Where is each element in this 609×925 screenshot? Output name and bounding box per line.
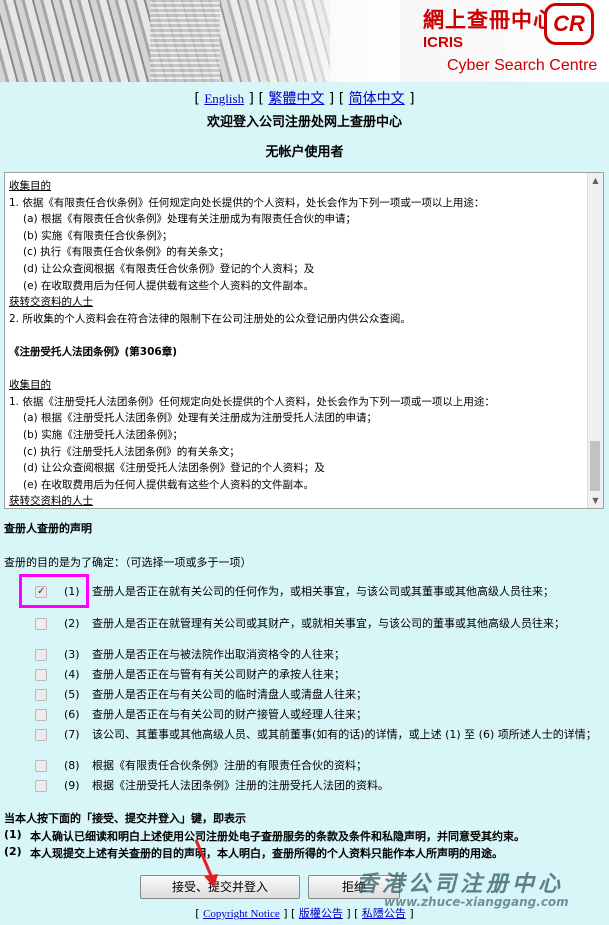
- page-subtitle: 无帐户使用者: [265, 145, 344, 160]
- notice-line: (d) 让公众查阅根据《有限责任合伙条例》登记的个人资料；及: [23, 262, 315, 275]
- notice-line: (a) 根据《有限责任合伙条例》处理有关注册成为有限责任合伙的申请；: [23, 213, 356, 226]
- watermark-title: 香港公司注册中心: [356, 871, 565, 897]
- notice-line: [9, 327, 587, 344]
- notice-line: (d) 让公众查阅根据《注册受托人法团条例》登记的个人资料；及: [23, 462, 325, 475]
- option-number: (9): [64, 779, 80, 792]
- purpose-checkbox-5[interactable]: [35, 689, 47, 701]
- notice-content: 收集目的 1. 依据《有限责任合伙条例》任何规定向处长提供的个人资料，处长会作为下…: [9, 178, 587, 508]
- option-number: (8): [64, 759, 80, 772]
- lang-traditional-link[interactable]: 繁體中文: [268, 91, 324, 107]
- notice-scrollbox[interactable]: 收集目的 1. 依据《有限责任合伙条例》任何规定向处长提供的个人资料，处长会作为下…: [4, 172, 604, 509]
- notice-line: 收集目的: [9, 180, 51, 192]
- logo-cr-mark: CR: [544, 3, 594, 45]
- notice-line: (b) 实施《有限责任合伙条例》；: [23, 229, 173, 242]
- purpose-checkbox-6[interactable]: [35, 709, 47, 721]
- logo-tagline: Cyber Search Centre: [447, 57, 598, 74]
- lang-simplified-link[interactable]: 简体中文: [349, 91, 405, 107]
- purpose-checkbox-9[interactable]: [35, 780, 47, 792]
- statement-number: (2): [4, 845, 22, 858]
- purpose-checkbox-2[interactable]: [35, 618, 47, 630]
- notice-line: 收集目的: [9, 379, 51, 392]
- notice-line: (e) 在收取费用后为任何人提供载有这些个人资料的文件副本。: [23, 279, 314, 292]
- option-text: 查册人是否正在就有关公司的任何作为，或相关事宜，与该公司或其董事或其他高级人员往…: [92, 585, 554, 598]
- highlight-box: [19, 574, 89, 608]
- statement-heading: 当本人按下面的「接受、提交并登入」键，即表示: [4, 812, 246, 825]
- notice-line: 1. 依据《注册受托人法团条例》任何规定向处长提供的个人资料，处长会作为下列一项…: [9, 395, 495, 408]
- logo-icris: ICRIS: [423, 34, 464, 51]
- red-arrow-icon: [194, 839, 218, 888]
- copyright-notice-link[interactable]: Copyright Notice: [203, 908, 280, 920]
- notice-line: (c) 执行《有限责任合伙条例》的有关条文；: [23, 246, 230, 259]
- declaration-heading: 查册人查册的声明: [4, 522, 92, 535]
- purpose-checkbox-7[interactable]: [35, 729, 47, 741]
- notice-line: (e) 在收取费用后为任何人提供载有这些个人资料的文件副本。: [23, 478, 314, 491]
- option-text: 查册人是否正在与有关公司的临时清盘人或清盘人往来；: [92, 688, 367, 701]
- notice-line: (a) 根据《注册受托人法团条例》处理有关注册成为注册受托人法团的申请；: [23, 412, 377, 425]
- notice-line: (c) 执行《注册受托人法团条例》的有关条文；: [23, 445, 240, 458]
- scroll-down-icon[interactable]: ▼: [588, 493, 603, 508]
- statement-text: 本人现提交上述有关查册的目的声明，本人明白，查册所得的个人资料只能作本人所声明的…: [30, 847, 503, 860]
- notice-line: (b) 实施《注册受托人法团条例》；: [23, 428, 183, 441]
- logo-chinese: 網上查冊中心: [423, 7, 555, 32]
- purpose-checkbox-4[interactable]: [35, 669, 47, 681]
- notice-scrollbar[interactable]: ▲ ▼: [587, 173, 603, 508]
- notice-line: 2. 所收集的个人资料会在符合法律的限制下在公司注册处的公众登记册内供公众查阅。: [9, 312, 411, 325]
- scroll-up-icon[interactable]: ▲: [588, 173, 603, 188]
- option-text: 查册人是否正在与被法院作出取消资格令的人往来；: [92, 648, 345, 661]
- option-text: 查册人是否正在与管有有关公司财产的承按人往来；: [92, 668, 345, 681]
- copyright-cn-link[interactable]: 版權公告: [299, 907, 343, 920]
- option-text: 该公司、其董事或其他高级人员、或其前董事(如有的话)的详情，或上述 (1) 至 …: [92, 728, 597, 741]
- notice-line: 1. 依据《有限责任合伙条例》任何规定向处长提供的个人资料，处长会作为下列一项或…: [9, 196, 485, 209]
- notice-line: 获转交资料的人士: [9, 296, 93, 309]
- option-text: 查册人是否正在与有关公司的财产接管人或经理人往来；: [92, 708, 367, 721]
- statement-number: (1): [4, 828, 22, 841]
- notice-line: [9, 361, 587, 378]
- lang-english-link[interactable]: English: [204, 91, 244, 106]
- option-text: 根据《注册受托人法团条例》注册的注册受托人法团的资料。: [92, 779, 389, 792]
- purpose-checkbox-8[interactable]: [35, 760, 47, 772]
- page-title: 欢迎登入公司注册处网上查册中心: [206, 115, 402, 130]
- statement-text: 本人确认已细读和明白上述使用公司注册处电子查册服务的条款及条件和私隐声明，并同意…: [30, 830, 525, 843]
- privacy-link[interactable]: 私隱公告: [362, 907, 406, 920]
- notice-line: 《注册受托人法团条例》(第306章): [9, 345, 178, 358]
- language-switcher: [ English ] [ 繁體中文 ] [ 简体中文 ]: [194, 91, 415, 107]
- option-text: 查册人是否正在就管理有关公司或其财产，或就相关事宜，与该公司的董事或其他高级人员…: [92, 617, 565, 630]
- option-number: (7): [64, 728, 80, 741]
- footer-links: [ Copyright Notice ] [ 版權公告 ] [ 私隱公告 ]: [195, 907, 414, 920]
- option-number: (2): [64, 617, 80, 630]
- scroll-thumb[interactable]: [590, 441, 600, 491]
- option-text: 根据《有限责任合伙条例》注册的有限责任合伙的资料；: [92, 759, 367, 772]
- option-number: (4): [64, 668, 80, 681]
- option-number: (5): [64, 688, 80, 701]
- purpose-prompt: 查册的目的是为了确定：（可选择一项或多于一项）: [4, 556, 252, 569]
- header-banner: 網上查冊中心 CR ICRIS Cyber Search Centre: [0, 0, 609, 82]
- notice-line: 获转交资料的人士: [9, 495, 93, 508]
- purpose-checkbox-3[interactable]: [35, 649, 47, 661]
- option-number: (6): [64, 708, 80, 721]
- option-number: (3): [64, 648, 80, 661]
